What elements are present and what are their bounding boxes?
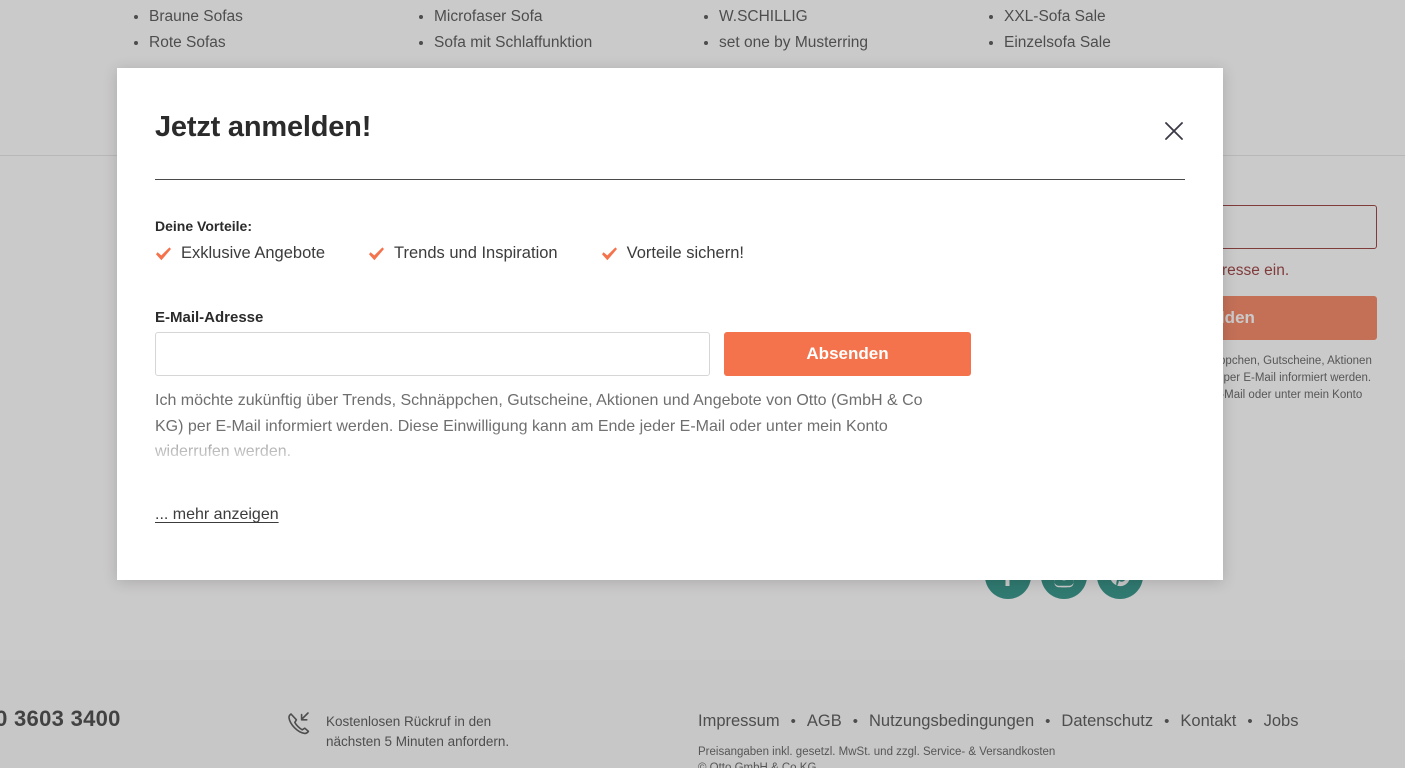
benefit-item: Trends und Inspiration [368,244,558,263]
benefits-heading: Deine Vorteile: [155,218,252,234]
benefit-label: Exklusive Angebote [181,244,326,262]
show-more-link[interactable]: ... mehr anzeigen [155,506,279,524]
benefit-label: Trends und Inspiration [394,244,558,262]
benefits-list: Exklusive Angebote Trends und Inspiratio… [155,244,787,263]
benefit-label: Vorteile sichern! [626,244,744,262]
modal-title: Jetzt anmelden! [155,111,372,143]
consent-text-container: Ich möchte zukünftig über Trends, Schnäp… [155,388,925,466]
check-icon [155,246,172,261]
email-input[interactable] [155,332,710,376]
benefit-item: Exklusive Angebote [155,244,325,263]
submit-button[interactable]: Absenden [724,332,971,376]
email-field-label: E-Mail-Adresse [155,309,264,326]
check-icon [368,246,385,261]
consent-text: Ich möchte zukünftig über Trends, Schnäp… [155,392,923,460]
signup-form: Absenden [155,332,971,376]
check-icon [601,246,618,261]
page-root: Weiße Sofas Braune Sofas Rote Sofas Stof… [0,0,1405,768]
newsletter-signup-modal: Jetzt anmelden! Deine Vorteile: Exklusiv… [117,68,1223,580]
benefit-item: Vorteile sichern! [601,244,744,263]
close-icon[interactable] [1155,112,1193,150]
modal-header-divider [155,179,1185,180]
